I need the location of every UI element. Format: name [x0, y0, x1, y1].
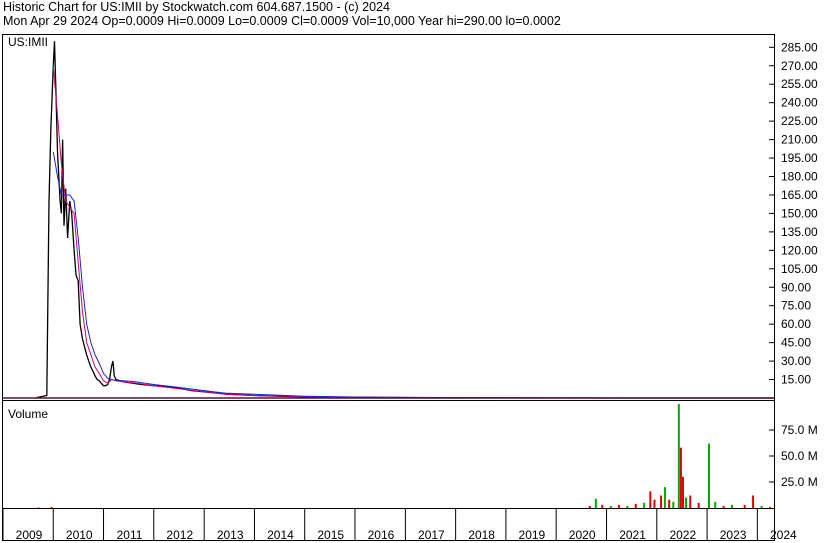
x-year-label: 2019 [519, 528, 546, 542]
price-series-group [36, 41, 774, 399]
price-y-tick-label: 60.00 [781, 317, 811, 331]
price-y-tick-label: 45.00 [781, 336, 811, 350]
x-year-label: 2009 [16, 528, 43, 542]
x-year-label: 2018 [468, 528, 495, 542]
price-panel-frame [2, 34, 775, 401]
price-y-tick-label: 240.00 [781, 96, 818, 110]
volume-y-tick-label: 75.0 M [781, 423, 818, 437]
x-year-label: 2014 [267, 528, 294, 542]
volume-y-axis: 75.0 M 50.0 M 25.0 M [769, 423, 818, 489]
price-y-axis: 285.00 270.00 255.00 240.00 225.00 210.00 195.… [769, 40, 818, 387]
x-year-label: 2011 [117, 528, 143, 542]
price-series-line-1 [52, 65, 774, 399]
x-year-label: 2022 [669, 528, 696, 542]
price-y-tick-label: 285.00 [781, 40, 818, 54]
price-series-line-0 [36, 41, 774, 399]
x-axis: 2009 2010 2011 2012 2013 2014 2015 2016 2017 2018… [2, 509, 797, 542]
volume-y-tick-label: 25.0 M [781, 475, 818, 489]
price-y-tick-label: 195.00 [781, 151, 818, 165]
x-year-label: 2021 [619, 528, 646, 542]
price-y-tick-label: 105.00 [781, 262, 818, 276]
x-year-label: 2010 [66, 528, 93, 542]
price-y-tick-label: 180.00 [781, 170, 818, 184]
price-y-tick-label: 90.00 [781, 280, 811, 294]
x-year-label: 2023 [720, 528, 747, 542]
price-y-tick-label: 270.00 [781, 59, 818, 73]
x-year-label: 2020 [569, 528, 596, 542]
x-year-label: 2016 [368, 528, 395, 542]
price-y-tick-label: 210.00 [781, 133, 818, 147]
price-panel-label: US:IMII [8, 35, 48, 49]
price-y-tick-label: 75.00 [781, 299, 811, 313]
price-y-tick-label: 255.00 [781, 77, 818, 91]
volume-panel-label: Volume [8, 407, 48, 421]
price-y-tick-label: 135.00 [781, 225, 818, 239]
x-year-label: 2012 [166, 528, 193, 542]
x-year-label: 2013 [217, 528, 244, 542]
price-y-tick-label: 15.00 [781, 373, 811, 387]
volume-bars-group [37, 404, 771, 508]
historic-chart: US:IMII 285.00 270.00 255.00 240.00 225.00 21… [2, 34, 818, 542]
price-y-tick-label: 150.00 [781, 206, 818, 220]
price-y-tick-label: 120.00 [781, 243, 818, 257]
x-year-label: 2017 [418, 528, 445, 542]
price-y-tick-label: 225.00 [781, 114, 818, 128]
x-year-label: 2024 [770, 528, 797, 542]
volume-y-tick-label: 50.0 M [781, 449, 818, 463]
price-y-tick-label: 165.00 [781, 188, 818, 202]
price-series-line-2 [52, 151, 774, 399]
volume-panel-frame [2, 400, 775, 509]
price-y-tick-label: 30.00 [781, 354, 811, 368]
x-year-label: 2015 [317, 528, 344, 542]
